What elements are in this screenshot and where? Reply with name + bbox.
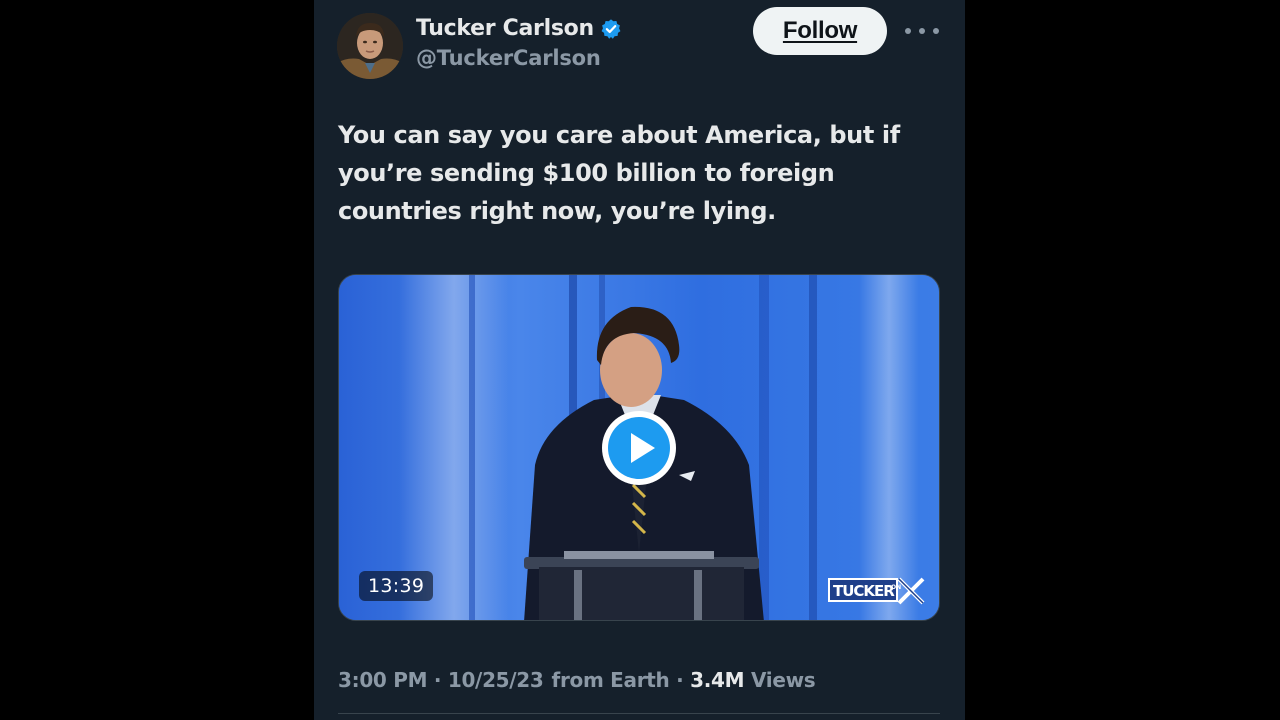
tweet-time[interactable]: 3:00 PM: [338, 668, 427, 692]
tweet-location: from Earth: [551, 668, 670, 692]
follow-button[interactable]: Follow: [753, 7, 887, 55]
author-name-row[interactable]: Tucker Carlson: [416, 16, 622, 41]
screenshot-stage: Tucker Carlson @TuckerCarlson Follow You…: [0, 0, 1280, 720]
verified-badge-icon: [601, 18, 621, 39]
avatar[interactable]: [337, 13, 403, 79]
more-dot: [919, 28, 925, 34]
tweet-meta: 3:00 PM · 10/25/23 from Earth · 3.4M Vie…: [338, 668, 816, 692]
avatar-image: [337, 13, 403, 79]
more-dot: [933, 28, 939, 34]
divider: [338, 713, 940, 714]
author-name[interactable]: Tucker Carlson: [416, 16, 594, 41]
svg-text:TUCKER: TUCKER: [833, 582, 895, 600]
svg-text:ON: ON: [891, 584, 901, 591]
meta-separator: ·: [676, 668, 684, 692]
video-duration: 13:39: [359, 571, 434, 601]
video-watermark: TUCKER ON: [827, 575, 927, 605]
tweet-text: You can say you care about America, but …: [338, 121, 900, 225]
author-handle[interactable]: @TuckerCarlson: [416, 46, 601, 70]
meta-separator: ·: [433, 668, 442, 692]
play-icon: [602, 411, 676, 485]
more-dot: [905, 28, 911, 34]
views-count[interactable]: 3.4M: [690, 668, 744, 692]
tucker-on-x-logo: TUCKER ON: [828, 577, 925, 605]
tweet-date[interactable]: 10/25/23: [448, 668, 544, 692]
views-label[interactable]: Views: [751, 668, 816, 692]
video-player[interactable]: 13:39 TUCKER ON: [338, 274, 940, 621]
play-button[interactable]: [599, 408, 679, 488]
more-horizontal-icon[interactable]: [905, 22, 939, 40]
